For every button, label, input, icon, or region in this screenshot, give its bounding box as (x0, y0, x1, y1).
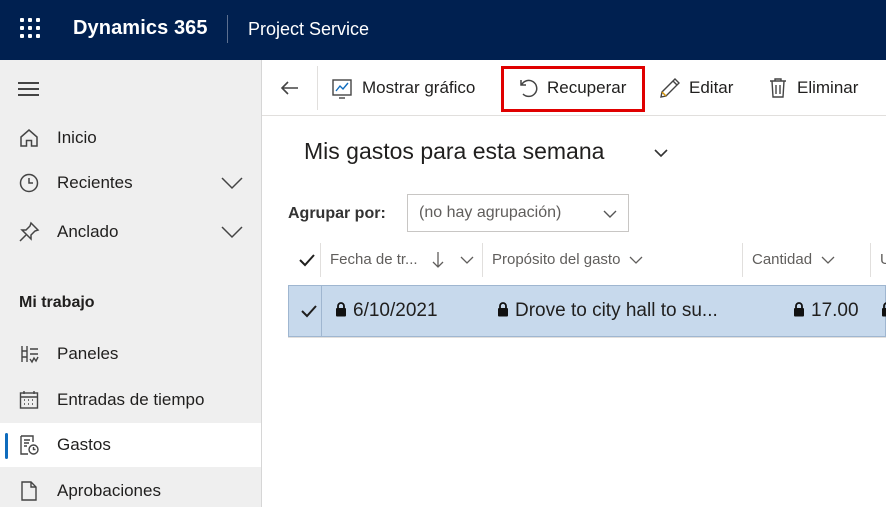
section-title: Mi trabajo (19, 294, 95, 311)
approvals-icon (21, 481, 37, 501)
back-arrow-icon (280, 81, 298, 95)
sidebar-item-entradas-de-tiempo[interactable]: Entradas de tiempo (0, 378, 261, 422)
pencil-icon (660, 78, 680, 98)
expense-icon (20, 435, 39, 455)
sidebar-item-label: Paneles (57, 344, 119, 363)
sidebar-item-label: Entradas de tiempo (57, 390, 205, 409)
grid-header: Fecha de tr... Propósito del gasto Canti… (288, 243, 886, 277)
table-row[interactable]: 6/10/2021 Drove to city hall to su... 17… (288, 285, 886, 337)
recover-label: Recuperar (547, 78, 627, 97)
chevron-down-icon[interactable] (652, 144, 670, 162)
lock-icon (794, 302, 804, 317)
column-header-purpose[interactable]: Propósito del gasto (482, 243, 742, 277)
top-bar: Dynamics 365 Project Service (0, 0, 886, 60)
edit-button[interactable]: Editar (658, 60, 742, 116)
sidebar-item-aprobaciones[interactable]: Aprobaciones (0, 469, 261, 513)
unit-cell-lock (881, 300, 886, 322)
active-indicator (5, 433, 8, 459)
clock-icon (19, 173, 39, 193)
sidebar-item-anclado[interactable]: Anclado (0, 210, 261, 254)
trash-icon (770, 78, 786, 98)
lock-icon (882, 302, 886, 317)
sidebar-item-label: Inicio (57, 128, 97, 147)
select-all-checkmark-icon[interactable] (298, 252, 316, 268)
column-header-label: Fecha de tr... (330, 251, 418, 268)
group-by-select[interactable]: (no hay agrupación) (407, 194, 629, 232)
header-divider (227, 15, 228, 43)
amount-value: 17.00 (811, 300, 859, 321)
app-launcher-icon[interactable] (20, 18, 42, 40)
chevron-down-icon[interactable] (220, 222, 244, 242)
row-divider (321, 286, 322, 336)
column-header-label: U (880, 251, 886, 268)
column-header-label: Cantidad (752, 251, 813, 268)
date-cell[interactable]: 6/10/2021 (335, 300, 438, 322)
app-name[interactable]: Project Service (248, 19, 369, 40)
column-header-date[interactable]: Fecha de tr... (320, 243, 482, 277)
pin-icon (19, 221, 40, 242)
show-chart-label: Mostrar gráfico (362, 78, 476, 97)
show-chart-button[interactable]: Mostrar gráfico (330, 60, 490, 116)
toolbar-divider (317, 66, 318, 110)
recover-button[interactable]: Recuperar (516, 60, 636, 116)
sidebar-item-gastos[interactable]: Gastos (0, 423, 261, 467)
sidebar-item-label: Aprobaciones (57, 481, 161, 500)
column-header-amount[interactable]: Cantidad (742, 243, 870, 277)
sidebar: Inicio Recientes Anclado Mi trabajo Pane… (0, 60, 262, 507)
group-by-value: (no hay agrupación) (419, 204, 562, 221)
back-button[interactable] (276, 60, 310, 116)
delete-label: Eliminar (797, 78, 859, 97)
sort-down-arrow-icon (432, 252, 444, 268)
delete-button[interactable]: Eliminar (766, 60, 876, 116)
sidebar-item-label: Recientes (57, 173, 133, 192)
sidebar-item-inicio[interactable]: Inicio (0, 116, 261, 160)
brand-title[interactable]: Dynamics 365 (73, 17, 208, 40)
chart-icon (332, 79, 352, 99)
chevron-down-icon[interactable] (220, 173, 244, 193)
purpose-value: Drove to city hall to su... (515, 300, 718, 321)
sidebar-item-label: Anclado (57, 222, 119, 241)
chevron-down-icon (603, 210, 617, 218)
row-separator (288, 337, 886, 338)
sidebar-item-paneles[interactable]: Paneles (0, 332, 261, 376)
command-bar: Mostrar gráfico Recuperar Editar Elimina… (262, 60, 886, 116)
calendar-icon (19, 391, 39, 409)
purpose-cell[interactable]: Drove to city hall to su... (497, 300, 718, 322)
chevron-down-icon (629, 256, 643, 264)
lock-icon (498, 302, 508, 317)
lock-icon (336, 302, 346, 317)
chevron-down-icon (460, 256, 474, 264)
home-icon (20, 129, 38, 147)
view-title[interactable]: Mis gastos para esta semana (304, 138, 604, 165)
row-checkmark-icon[interactable] (300, 303, 318, 319)
hamburger-menu-icon[interactable] (18, 82, 39, 96)
group-by-label: Agrupar por: (288, 205, 386, 222)
dashboard-icon (21, 346, 39, 364)
sidebar-item-label: Gastos (57, 435, 111, 454)
chevron-down-icon (821, 256, 835, 264)
edit-label: Editar (689, 78, 734, 97)
amount-cell[interactable]: 17.00 (793, 300, 859, 322)
column-header-unit[interactable]: U (870, 243, 886, 277)
undo-icon (520, 79, 538, 98)
column-header-label: Propósito del gasto (492, 251, 621, 268)
sidebar-item-recientes[interactable]: Recientes (0, 161, 261, 205)
date-value: 6/10/2021 (353, 300, 438, 321)
